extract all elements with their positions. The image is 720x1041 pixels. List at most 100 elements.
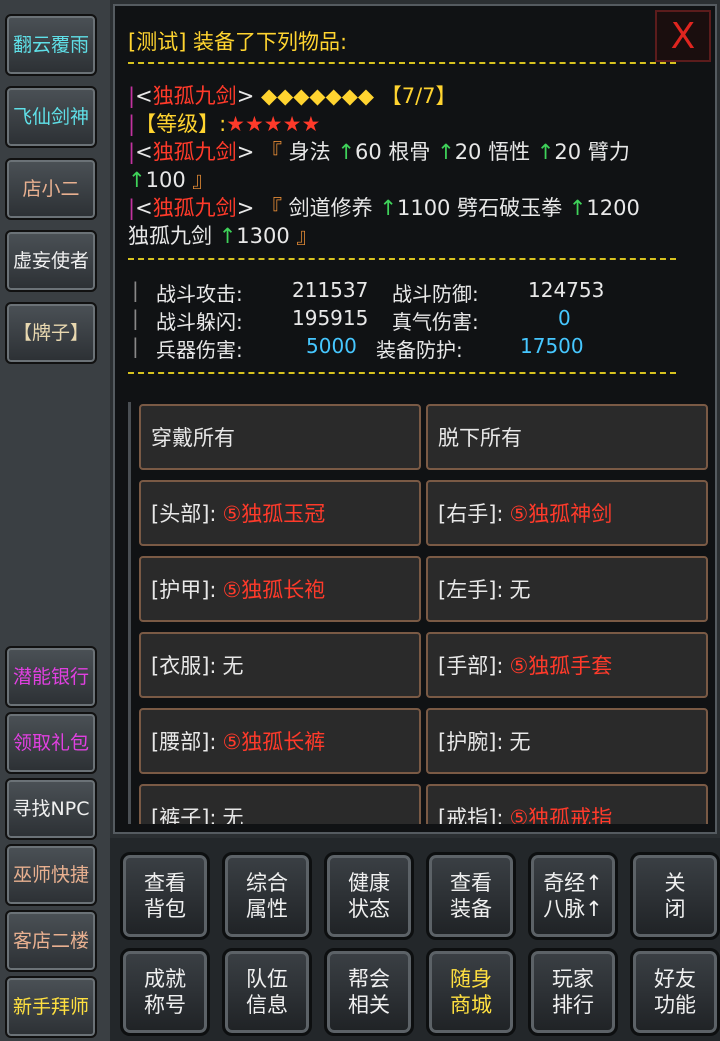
view-bag-button[interactable]: 查看 背包 (120, 852, 210, 940)
sidebar-item-label: 新手拜师 (12, 996, 89, 1018)
friends-button[interactable]: 好友 功能 (630, 948, 720, 1036)
set-line: |<独孤九剑> ◆◆◆◆◆◆◆ 【7/7】 (128, 80, 457, 110)
set-name: 独孤九剑 (152, 140, 237, 164)
star-icon: ★★★★★ (226, 112, 321, 136)
attributes-button[interactable]: 综合 属性 (222, 852, 312, 940)
button-label: 奇经↑ 八脉↑ (543, 871, 603, 921)
button-label: 玩家 排行 (552, 967, 594, 1017)
sidebar-item-novice-master[interactable]: 新手拜师 (5, 976, 97, 1038)
button-label: 穿戴所有 (151, 426, 235, 450)
attr-name: 劈石破玉拳 (457, 196, 563, 220)
sidebar-item-label: 领取礼包 (12, 732, 89, 754)
button-label: 查看 背包 (144, 871, 186, 921)
slot-label: [头部]: (151, 502, 217, 526)
slot-label: [护腕]: (438, 730, 504, 754)
bonus-line-2-cont: 独孤九剑 ↑1300 』 (128, 220, 317, 250)
bar-mark: | (132, 334, 139, 358)
weapon-label: 兵器伤害: (156, 338, 243, 362)
bracket: < (135, 196, 153, 220)
slot-item: 无 (509, 730, 531, 754)
attack-value: 211537 (292, 278, 369, 302)
slot-item: ⑤独孤玉冠 (222, 502, 326, 526)
slot-label: [衣服]: (151, 654, 217, 678)
attr-value: 60 (354, 140, 382, 164)
remove-all-button[interactable]: 脱下所有 (426, 404, 708, 470)
button-label: 综合 属性 (246, 871, 288, 921)
slot-waist[interactable]: [腰部]: ⑤独孤长裤 (139, 708, 421, 774)
slot-item: ⑤独孤手套 (509, 654, 613, 678)
meridians-button[interactable]: 奇经↑ 八脉↑ (528, 852, 618, 940)
sidebar-item-xuwang[interactable]: 虚妄使者 (5, 230, 97, 292)
slot-right-hand[interactable]: [右手]: ⑤独孤神剑 (426, 480, 708, 546)
bracket: > (236, 196, 255, 220)
attr-name: 根骨 (388, 140, 431, 164)
slot-head[interactable]: [头部]: ⑤独孤玉冠 (139, 480, 421, 546)
attr-name: 剑道修养 (288, 196, 373, 220)
level-label: 【等级】: (135, 112, 227, 136)
sidebar-item-feixian[interactable]: 飞仙剑神 (5, 86, 97, 148)
achievements-button[interactable]: 成就 称号 (120, 948, 210, 1036)
view-equipment-button[interactable]: 查看 装备 (426, 852, 516, 940)
sidebar-item-label: 巫师快捷 (12, 864, 89, 886)
attr-value: 20 (454, 140, 482, 164)
team-info-button[interactable]: 队伍 信息 (222, 948, 312, 1036)
slot-label: [护甲]: (151, 578, 217, 602)
sidebar-item-label: 飞仙剑神 (12, 106, 89, 128)
up-arrow-icon: ↑ (337, 140, 355, 164)
button-label: 脱下所有 (438, 426, 522, 450)
slot-hands[interactable]: [手部]: ⑤独孤手套 (426, 632, 708, 698)
slot-label: [裤子]: (151, 806, 217, 824)
equipment-list[interactable]: 穿戴所有 脱下所有 [头部]: ⑤独孤玉冠 [右手]: ⑤独孤神剑 [护甲]: ⑤独孤… (128, 402, 713, 824)
attr-value: 1300 (236, 224, 290, 248)
sidebar-item-label: 【牌子】 (12, 322, 89, 344)
sidebar-item-find-npc[interactable]: 寻找NPC (5, 778, 97, 840)
sidebar-item-dianxiaoer[interactable]: 店小二 (5, 158, 97, 220)
set-name: 独孤九剑 (152, 84, 237, 108)
quote-mark: 』 (296, 224, 318, 248)
sidebar-item-paizi[interactable]: 【牌子】 (5, 302, 97, 364)
slot-label: [手部]: (438, 654, 504, 678)
slot-label: [腰部]: (151, 730, 217, 754)
bracket: > (236, 140, 255, 164)
attr-value: 20 (554, 140, 582, 164)
slot-pants[interactable]: [裤子]: 无 (139, 784, 421, 824)
health-button[interactable]: 健康 状态 (324, 852, 414, 940)
button-label: 关 闭 (664, 871, 686, 921)
quote-mark: 『 (260, 140, 282, 164)
diamond-icon: ◆◆◆◆◆◆◆ (260, 84, 375, 108)
attr-value: 100 (145, 168, 186, 192)
slot-item: ⑤独孤戒指 (509, 806, 613, 824)
slot-ring[interactable]: [戒指]: ⑤独孤戒指 (426, 784, 708, 824)
close-menu-button[interactable]: 关 闭 (630, 852, 720, 940)
slot-label: [右手]: (438, 502, 504, 526)
button-label: 成就 称号 (144, 967, 186, 1017)
bottom-toolbar: 查看 背包 综合 属性 健康 状态 查看 装备 奇经↑ 八脉↑ 关 闭 成就 称… (110, 838, 720, 1041)
button-label: 好友 功能 (654, 967, 696, 1017)
close-button[interactable]: X (655, 10, 711, 62)
sidebar-item-wizard-shortcut[interactable]: 巫师快捷 (5, 844, 97, 906)
slot-armor[interactable]: [护甲]: ⑤独孤长袍 (139, 556, 421, 622)
button-label: 帮会 相关 (348, 967, 390, 1017)
sidebar-item-fanyun[interactable]: 翻云覆雨 (5, 14, 97, 76)
sidebar-item-inn-upstairs[interactable]: 客店二楼 (5, 910, 97, 972)
ranking-button[interactable]: 玩家 排行 (528, 948, 618, 1036)
up-arrow-icon: ↑ (536, 140, 555, 164)
slot-clothes[interactable]: [衣服]: 无 (139, 632, 421, 698)
button-label: 查看 装备 (450, 871, 492, 921)
sidebar-item-potential-bank[interactable]: 潜能银行 (5, 646, 97, 708)
sidebar-item-gift-pack[interactable]: 领取礼包 (5, 712, 97, 774)
guild-button[interactable]: 帮会 相关 (324, 948, 414, 1036)
slot-item: ⑤独孤长裤 (222, 730, 326, 754)
slot-item: 无 (509, 578, 531, 602)
slot-item: 无 (222, 806, 244, 824)
wear-all-button[interactable]: 穿戴所有 (139, 404, 421, 470)
bonus-line-1-cont: ↑100 』 (128, 164, 213, 194)
sidebar-item-label: 翻云覆雨 (12, 34, 89, 56)
shop-button[interactable]: 随身 商城 (426, 948, 516, 1036)
set-count: 【7/7】 (380, 84, 457, 108)
slot-wrist[interactable]: [护腕]: 无 (426, 708, 708, 774)
slot-left-hand[interactable]: [左手]: 无 (426, 556, 708, 622)
up-arrow-icon: ↑ (218, 224, 237, 248)
qi-label: 真气伤害: (392, 310, 479, 334)
slot-item: ⑤独孤神剑 (509, 502, 613, 526)
